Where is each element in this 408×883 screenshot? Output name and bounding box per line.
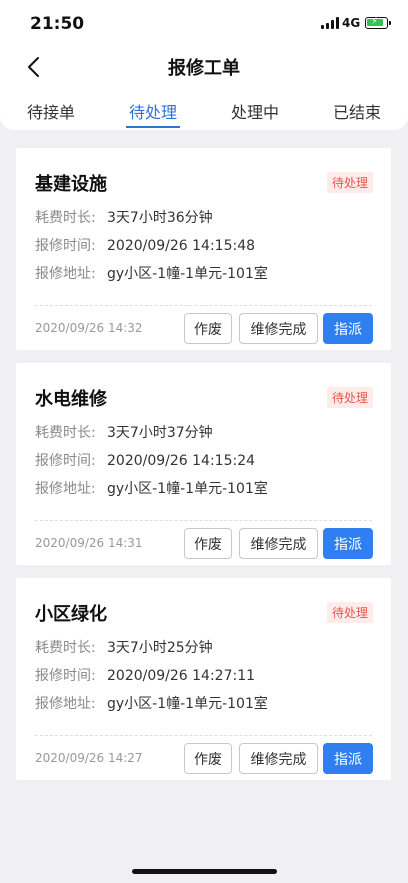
assign-button[interactable]: 指派 [323,313,373,344]
page-title: 报修工单 [168,58,240,79]
address-row: 报修地址: gy小区-1幢-1单元-101室 [35,693,268,713]
address-value: gy小区-1幢-1单元-101室 [107,696,268,712]
tab-in-progress[interactable]: 处理中 [204,88,306,130]
address-label: 报修地址: [35,696,96,712]
home-indicator[interactable] [132,869,277,874]
created-time: 2020/09/26 14:32 [35,321,143,335]
created-time: 2020/09/26 14:27 [35,751,143,765]
assign-button[interactable]: 指派 [323,528,373,559]
duration-row: 耗费时长: 3天7小时37分钟 [35,422,213,442]
void-button[interactable]: 作废 [184,313,232,344]
tab-label: 处理中 [230,103,279,122]
repair-complete-button[interactable]: 维修完成 [239,743,318,774]
report-time-value: 2020/09/26 14:15:48 [107,238,256,254]
report-time-label: 报修时间: [35,668,96,684]
dashed-divider [35,520,372,521]
address-row: 报修地址: gy小区-1幢-1单元-101室 [35,263,268,283]
network-type: 4G [342,16,361,30]
duration-label: 耗费时长: [35,210,96,226]
status-badge: 待处理 [326,172,373,193]
order-card[interactable]: 基建设施 待处理 耗费时长: 3天7小时36分钟 报修时间: 2020/09/26 … [16,148,391,350]
tab-label: 已结束 [332,103,381,122]
status-badge: 待处理 [326,387,373,408]
address-label: 报修地址: [35,266,96,282]
address-value: gy小区-1幢-1单元-101室 [107,266,268,282]
order-card[interactable]: 水电维修 待处理 耗费时长: 3天7小时37分钟 报修时间: 2020/09/26 … [16,363,391,565]
address-label: 报修地址: [35,481,96,497]
created-time: 2020/09/26 14:31 [35,536,143,550]
address-row: 报修地址: gy小区-1幢-1单元-101室 [35,478,268,498]
duration-row: 耗费时长: 3天7小时36分钟 [35,207,213,227]
tab-label: 待处理 [128,103,177,122]
report-time-row: 报修时间: 2020/09/26 14:15:48 [35,235,255,255]
order-title: 水电维修 [35,389,107,410]
tab-label: 待接单 [26,103,75,122]
order-card[interactable]: 小区绿化 待处理 耗费时长: 3天7小时25分钟 报修时间: 2020/09/26 … [16,578,391,780]
duration-value: 3天7小时25分钟 [107,640,213,656]
status-time: 21:50 [30,14,85,34]
tab-underline [126,126,180,128]
battery-icon: ⚡ [365,16,391,29]
report-time-row: 报修时间: 2020/09/26 14:27:11 [35,665,255,685]
dashed-divider [35,305,372,306]
dashed-divider [35,735,372,736]
report-time-value: 2020/09/26 14:27:11 [107,668,256,684]
tab-pending-process[interactable]: 待处理 [102,88,204,130]
duration-label: 耗费时长: [35,640,96,656]
void-button[interactable]: 作废 [184,743,232,774]
report-time-value: 2020/09/26 14:15:24 [107,453,256,469]
status-bar: 21:50 4G ⚡ [0,0,408,46]
nav-bar: 报修工单 [0,46,408,88]
tab-finished[interactable]: 已结束 [306,88,408,130]
duration-row: 耗费时长: 3天7小时25分钟 [35,637,213,657]
order-title: 基建设施 [35,174,107,195]
repair-complete-button[interactable]: 维修完成 [239,528,318,559]
screen: 21:50 4G ⚡ 报修工单 待接单 待处理 处理中 已结束 基建设施 待处理… [0,0,408,883]
address-value: gy小区-1幢-1单元-101室 [107,481,268,497]
void-button[interactable]: 作废 [184,528,232,559]
tab-pending-accept[interactable]: 待接单 [0,88,102,130]
duration-value: 3天7小时37分钟 [107,425,213,441]
duration-label: 耗费时长: [35,425,96,441]
charging-icon: ⚡ [371,16,379,27]
report-time-row: 报修时间: 2020/09/26 14:15:24 [35,450,255,470]
tab-bar: 待接单 待处理 处理中 已结束 [0,88,408,130]
order-title: 小区绿化 [35,604,107,625]
report-time-label: 报修时间: [35,453,96,469]
duration-value: 3天7小时36分钟 [107,210,213,226]
order-list: 基建设施 待处理 耗费时长: 3天7小时36分钟 报修时间: 2020/09/26 … [16,148,391,793]
repair-complete-button[interactable]: 维修完成 [239,313,318,344]
report-time-label: 报修时间: [35,238,96,254]
assign-button[interactable]: 指派 [323,743,373,774]
status-badge: 待处理 [326,602,373,623]
signal-icon [321,17,339,29]
